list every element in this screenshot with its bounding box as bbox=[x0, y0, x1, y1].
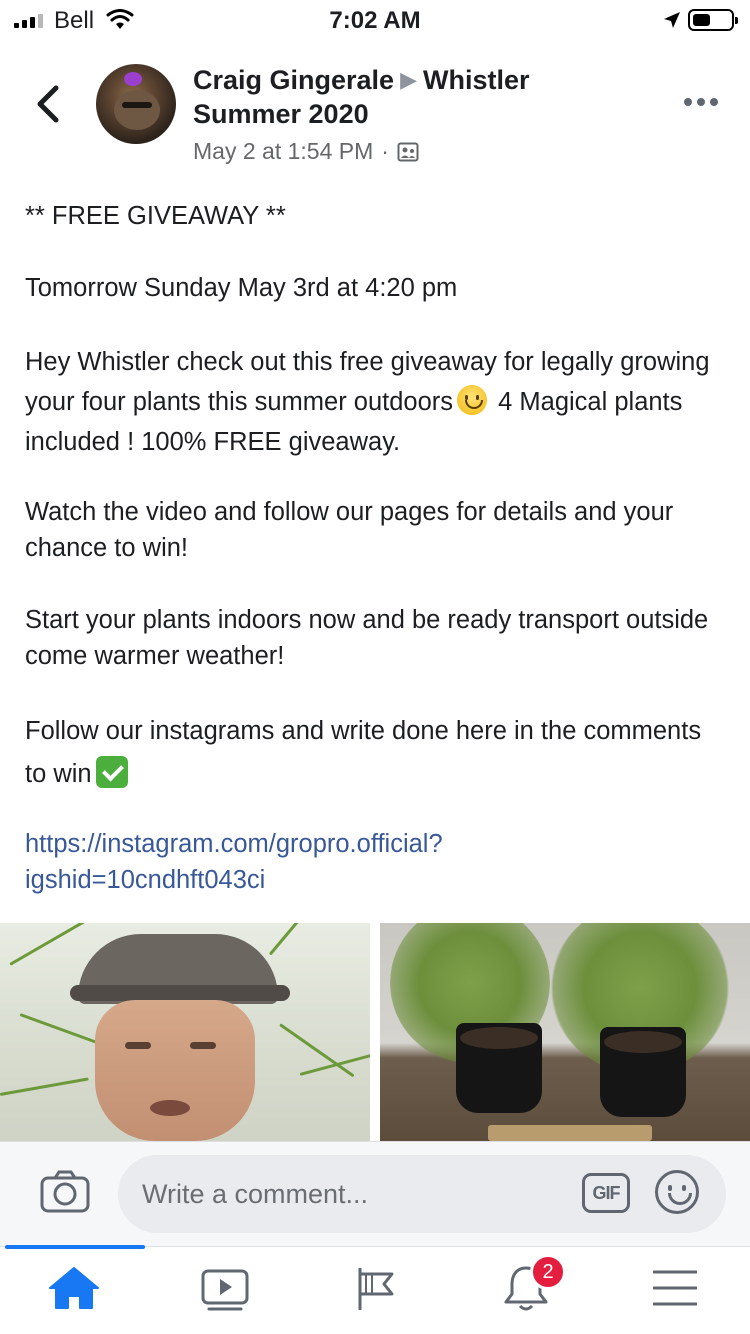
notifications-badge: 2 bbox=[530, 1254, 566, 1290]
gif-button[interactable]: GIF bbox=[582, 1173, 630, 1213]
post-paragraph-4: Follow our instagrams and write done her… bbox=[25, 710, 725, 796]
tab-watch-icon[interactable] bbox=[195, 1262, 255, 1314]
post-paragraph-1: Hey Whistler check out this free giveawa… bbox=[25, 342, 725, 462]
emoji-smiley-icon[interactable] bbox=[655, 1170, 699, 1214]
group-members-icon bbox=[397, 142, 419, 161]
location-arrow-icon bbox=[664, 12, 680, 28]
active-tab-indicator bbox=[5, 1245, 145, 1249]
author-name[interactable]: Craig Gingerale bbox=[193, 65, 394, 95]
post-timestamp[interactable]: May 2 at 1:54 PM bbox=[193, 138, 373, 165]
meta-separator: · bbox=[381, 138, 389, 164]
tab-menu-hamburger-icon[interactable] bbox=[645, 1262, 705, 1314]
tab-pages-flag-icon[interactable] bbox=[346, 1262, 406, 1314]
post-options-button[interactable] bbox=[684, 98, 718, 106]
author-avatar[interactable] bbox=[96, 64, 176, 144]
shared-to-arrow-icon: ▶ bbox=[400, 67, 417, 92]
comment-input[interactable] bbox=[118, 1155, 726, 1233]
white-check-mark-icon bbox=[95, 756, 128, 788]
seedling-tray bbox=[488, 1125, 652, 1141]
tab-home-icon[interactable] bbox=[44, 1262, 104, 1314]
status-bar: Bell 7:02 AM bbox=[0, 0, 750, 40]
post-author-line: Craig Gingerale ▶ Whistler Summer 2020 bbox=[193, 63, 613, 131]
post-body: ** FREE GIVEAWAY ** Tomorrow Sunday May … bbox=[25, 198, 725, 898]
person-face bbox=[95, 1000, 255, 1141]
instagram-link-line-1[interactable]: https://instagram.com/gropro.official? bbox=[25, 830, 443, 858]
post-paragraph-3: Start your plants indoors now and be rea… bbox=[25, 606, 709, 670]
status-time: 7:02 AM bbox=[329, 7, 421, 34]
battery-level bbox=[693, 14, 710, 26]
post-photo-plants[interactable] bbox=[380, 923, 750, 1141]
slightly-smiling-face-icon bbox=[457, 385, 488, 415]
post-meta: May 2 at 1:54 PM · bbox=[193, 138, 419, 165]
post-date-line: Tomorrow Sunday May 3rd at 4:20 pm bbox=[25, 274, 458, 302]
post-heading: ** FREE GIVEAWAY ** bbox=[25, 202, 286, 230]
instagram-link[interactable]: https://instagram.com/gropro.official? ig… bbox=[25, 826, 725, 898]
post-paragraph-2: Watch the video and follow our pages for… bbox=[25, 498, 674, 562]
instagram-link-line-2[interactable]: igshid=10cndhft043ci bbox=[25, 866, 265, 894]
battery-icon bbox=[688, 9, 738, 31]
back-chevron-icon[interactable] bbox=[30, 82, 70, 126]
camera-icon[interactable] bbox=[40, 1170, 90, 1214]
